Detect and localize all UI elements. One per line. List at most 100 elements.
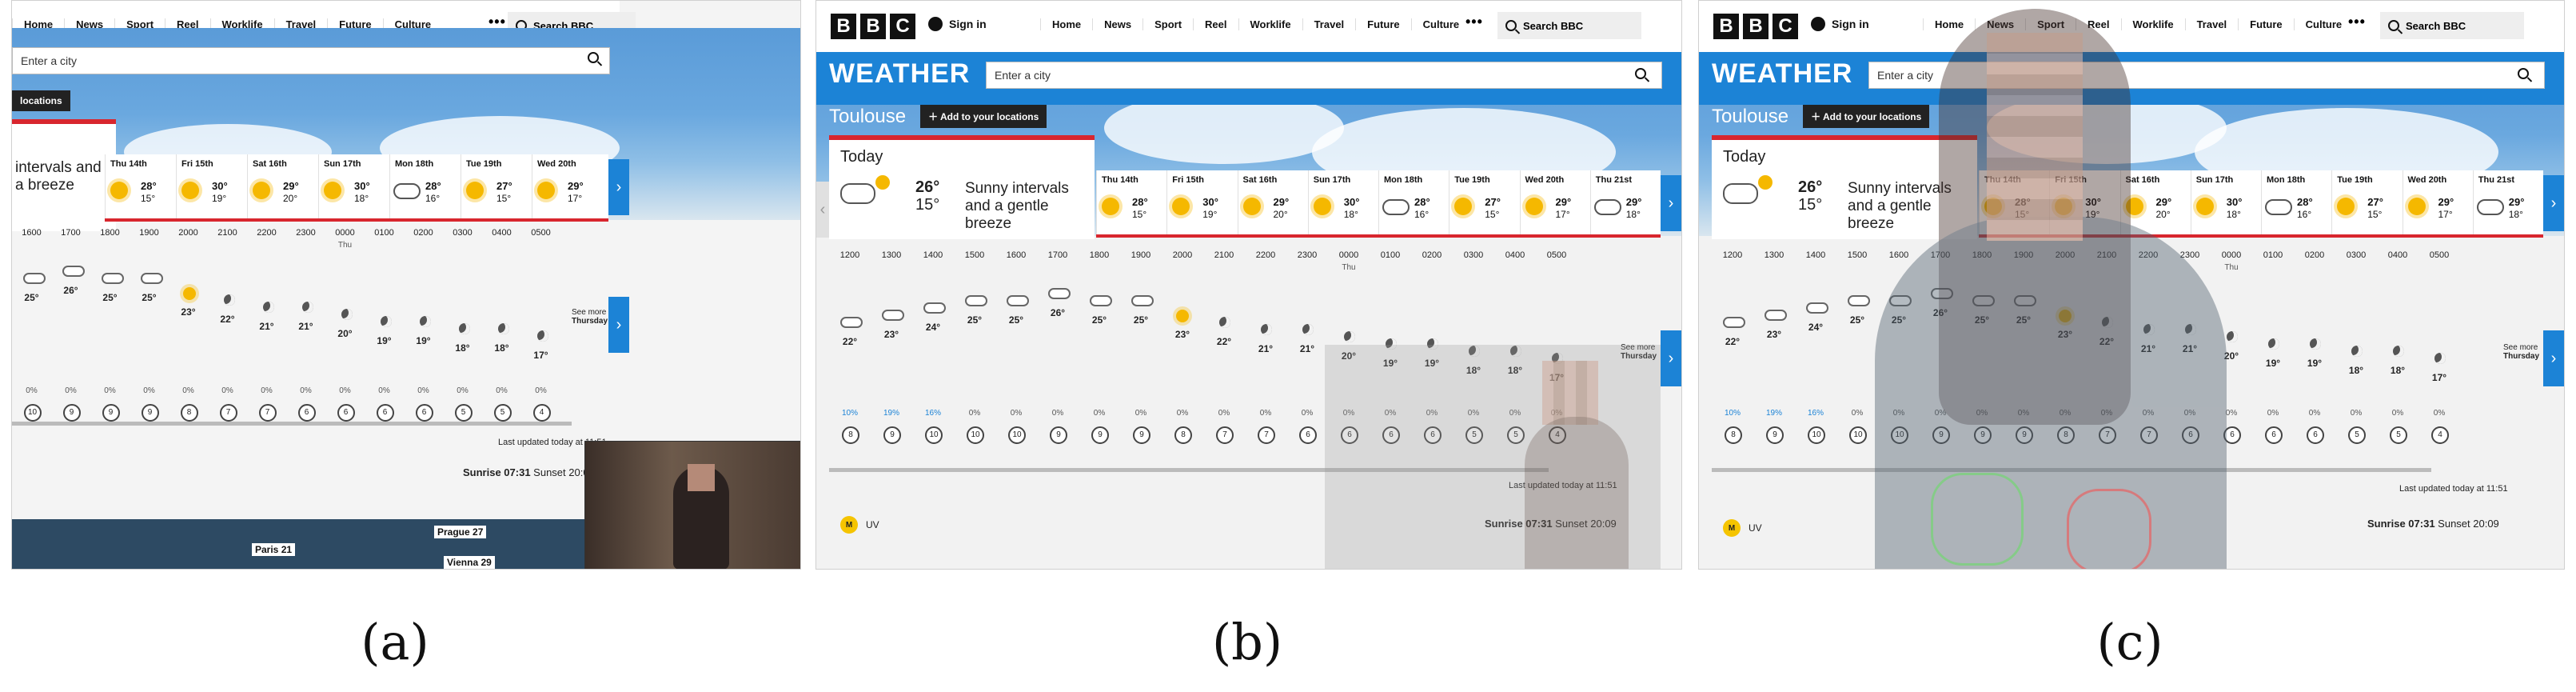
city-search-input[interactable]: Enter a city (12, 47, 610, 74)
more-icon[interactable]: ••• (1465, 14, 1483, 30)
bbc-logo[interactable]: BBC (1713, 14, 1798, 39)
person-figure (1525, 417, 1629, 569)
sun-icon (1525, 198, 1543, 215)
nav-link-culture[interactable]: Culture (2293, 18, 2354, 30)
more-icon[interactable]: ••• (2348, 14, 2366, 30)
add-location-button[interactable]: ＋ Add to your locations (920, 105, 1047, 128)
day-forecast[interactable]: Thu 14th 28°15° (105, 154, 176, 218)
day-name: Thu 21st (1595, 175, 1632, 185)
day-forecast[interactable]: Wed 20th 29° 17° (2402, 170, 2473, 234)
nav-link-sport[interactable]: Sport (1142, 18, 1193, 30)
hour-temp: 25° (967, 314, 983, 326)
day-forecast[interactable]: Tue 19th 27° 15° (461, 154, 532, 218)
weather-map[interactable]: Prague 27 Paris 21 Vienna 29 (12, 519, 596, 569)
day-forecast[interactable]: Tue 19th 27° 15° (2331, 170, 2402, 234)
day-low: 15° (2367, 209, 2383, 220)
today-sun-icon (1758, 175, 1772, 190)
day-forecast[interactable]: Wed 20th 29° 17° (1519, 170, 1590, 234)
sun-icon (537, 182, 555, 199)
day-forecast[interactable]: Mon 18th 28° 16° (389, 154, 461, 218)
prev-days-button[interactable]: ‹ (816, 182, 829, 238)
hour-forecast: 1800 25° 0% 9 (90, 222, 130, 422)
wind-speed-icon: 4 (532, 404, 551, 422)
hourly-scrollbar[interactable] (12, 422, 572, 426)
see-more-link[interactable]: See more Thursday (2503, 343, 2539, 361)
rain-chance: 0% (143, 386, 155, 395)
day-forecast[interactable]: Thu 21st 29° 18° (1589, 170, 1661, 234)
nav-link-worklife[interactable]: Worklife (1238, 18, 1302, 30)
next-days-button[interactable]: › (608, 159, 629, 215)
next-hours-button[interactable]: › (2543, 330, 2564, 386)
cloud-icon (393, 183, 421, 199)
day-forecast[interactable]: Tue 19th 27° 15° (1449, 170, 1519, 234)
nav-link-future[interactable]: Future (1355, 18, 1410, 30)
search-bbc-button[interactable]: Search BBC (2380, 12, 2524, 39)
webcam-feed (584, 441, 800, 569)
face-blur (1542, 361, 1598, 425)
sun-icon (1172, 198, 1190, 215)
nav-link-home[interactable]: Home (1040, 18, 1092, 30)
day-forecast[interactable]: Fri 15th 30°19° (176, 154, 247, 218)
city-search-icon[interactable] (588, 52, 599, 63)
today-card[interactable]: Today 26° 15° Sunny intervals and a gent… (829, 135, 1095, 239)
day-high: 27° (2367, 196, 2383, 208)
today-card[interactable]: intervals and a breeze (12, 119, 116, 231)
hour-time: 1300 (1764, 250, 1784, 260)
hour-forecast: 1500 25° 0% 10 (954, 244, 995, 444)
hour-forecast: 0100 19° 0% 6 (365, 222, 404, 422)
day-forecast[interactable]: Sat 16th 29° 20° (247, 154, 318, 218)
nav-link-news[interactable]: News (1092, 18, 1142, 30)
day-forecast[interactable]: Sun 17th 30° 18° (318, 154, 389, 218)
city-search-icon[interactable] (2518, 68, 2529, 79)
bbc-logo[interactable]: BBC (831, 14, 915, 39)
next-hours-button[interactable]: › (1661, 330, 1681, 386)
day-low: 16° (1414, 209, 1430, 220)
see-more-link[interactable]: See more Thursday (572, 308, 608, 326)
day-name: Mon 18th (1384, 175, 1423, 185)
hour-time: 0500 (531, 228, 551, 238)
day-forecast[interactable]: Sun 17th 30° 18° (1307, 170, 1378, 234)
search-bbc-button[interactable]: Search BBC (1497, 12, 1641, 39)
wind-speed-icon: 7 (1216, 426, 1234, 444)
day-forecast[interactable]: Thu 14th 28°15° (1096, 170, 1166, 234)
rain-chance: 0% (1259, 409, 1272, 418)
hour-time: 1700 (1047, 250, 1068, 260)
day-forecast[interactable]: Thu 21st 29° 18° (2472, 170, 2543, 234)
day-forecast[interactable]: Mon 18th 28° 16° (2261, 170, 2331, 234)
rain-chance: 0% (65, 386, 77, 395)
nav-link-culture[interactable]: Culture (1410, 18, 1471, 30)
city-search-input[interactable]: Enter a city (986, 62, 1662, 89)
rain-chance: 19% (1765, 409, 1782, 418)
hour-temp: 25° (1091, 314, 1107, 326)
add-location-button[interactable]: locations (12, 90, 70, 111)
nav-link-reel[interactable]: Reel (1193, 18, 1238, 30)
nav-link-travel[interactable]: Travel (1302, 18, 1356, 30)
wind-speed-icon: 6 (415, 404, 433, 422)
hour-time: 1900 (139, 228, 159, 238)
sign-in-link[interactable]: Sign in (928, 17, 987, 31)
wind-speed-icon: 10 (23, 404, 42, 422)
day-high: 30° (1202, 196, 1218, 208)
hour-forecast: 1400 24° 16% 10 (1795, 244, 1836, 444)
day-forecast[interactable]: Wed 20th 29° 17° (532, 154, 603, 218)
day-forecast[interactable]: Fri 15th 30°19° (1166, 170, 1237, 234)
city-search-icon[interactable] (1635, 68, 1646, 79)
hour-temp: 22° (1725, 336, 1741, 347)
hour-temp: 23° (181, 306, 196, 318)
day-forecast[interactable]: Sat 16th 29° 20° (1237, 170, 1308, 234)
uv-label: UV (866, 519, 879, 530)
rain-chance: 0% (339, 386, 351, 395)
sun-icon (110, 182, 128, 199)
location-name: Toulouse (829, 105, 907, 127)
wind-speed-icon: 6 (376, 404, 394, 422)
day-forecast[interactable]: Mon 18th 28° 16° (1378, 170, 1449, 234)
today-sun-icon (875, 175, 890, 190)
next-hours-button[interactable]: › (608, 297, 629, 353)
uv-badge: M (840, 516, 858, 534)
next-days-button[interactable]: › (1661, 175, 1681, 231)
partly-cloudy-icon (1765, 310, 1787, 321)
hour-time: 1600 (1006, 250, 1027, 260)
hour-temp: 24° (1808, 322, 1824, 333)
wind-speed-icon: 9 (1050, 426, 1067, 444)
next-days-button[interactable]: › (2543, 175, 2564, 231)
